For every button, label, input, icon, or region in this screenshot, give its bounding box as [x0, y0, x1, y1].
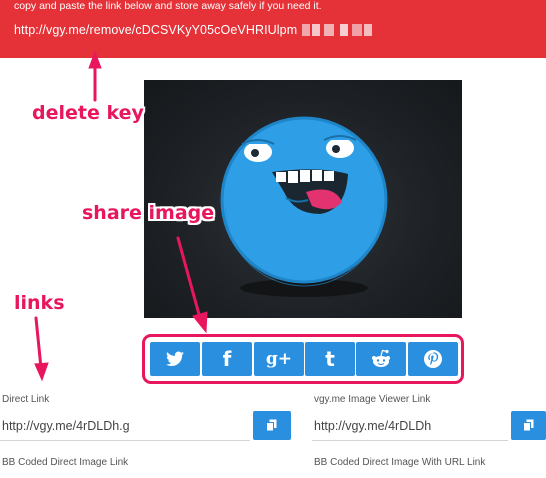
- delete-key-banner: copy and paste the link below and store …: [0, 0, 546, 58]
- google-plus-share-button[interactable]: g+: [254, 342, 304, 376]
- tumblr-icon: t: [325, 347, 335, 371]
- annotation-links: links: [14, 292, 65, 314]
- direct-link-input[interactable]: [0, 411, 250, 440]
- copy-icon: [522, 419, 533, 432]
- tumblr-share-button[interactable]: t: [305, 342, 355, 376]
- facebook-icon: f: [222, 347, 232, 371]
- twitter-share-button[interactable]: [150, 342, 200, 376]
- viewer-link-field: [312, 411, 508, 441]
- bb-direct-link-label: BB Coded Direct Image Link: [2, 457, 129, 468]
- pinterest-share-button[interactable]: [408, 342, 458, 376]
- twitter-icon: [166, 351, 184, 367]
- uploaded-image: [144, 80, 462, 318]
- copy-icon: [266, 419, 277, 432]
- direct-link-field: [0, 411, 250, 441]
- smiley-illustration: [220, 116, 388, 297]
- viewer-link-copy-button[interactable]: [511, 411, 546, 440]
- annotation-share-image: share image: [82, 202, 215, 224]
- annotation-delete-key: delete key: [32, 102, 144, 124]
- banner-note: copy and paste the link below and store …: [14, 0, 322, 12]
- pinterest-icon: [424, 350, 442, 368]
- redaction-pixels: [302, 24, 372, 36]
- reddit-share-button[interactable]: [356, 342, 406, 376]
- direct-link-label: Direct Link: [2, 394, 50, 405]
- google-plus-icon: g+: [265, 349, 293, 369]
- facebook-share-button[interactable]: f: [202, 342, 252, 376]
- bb-url-link-label: BB Coded Direct Image With URL Link: [314, 457, 486, 468]
- viewer-link-input[interactable]: [312, 411, 508, 440]
- viewer-link-label: vgy.me Image Viewer Link: [314, 394, 431, 405]
- delete-url[interactable]: http://vgy.me/remove/cDCSVKyY05cOeVHRIUl…: [14, 23, 297, 37]
- reddit-icon: [372, 349, 390, 367]
- direct-link-copy-button[interactable]: [253, 411, 291, 440]
